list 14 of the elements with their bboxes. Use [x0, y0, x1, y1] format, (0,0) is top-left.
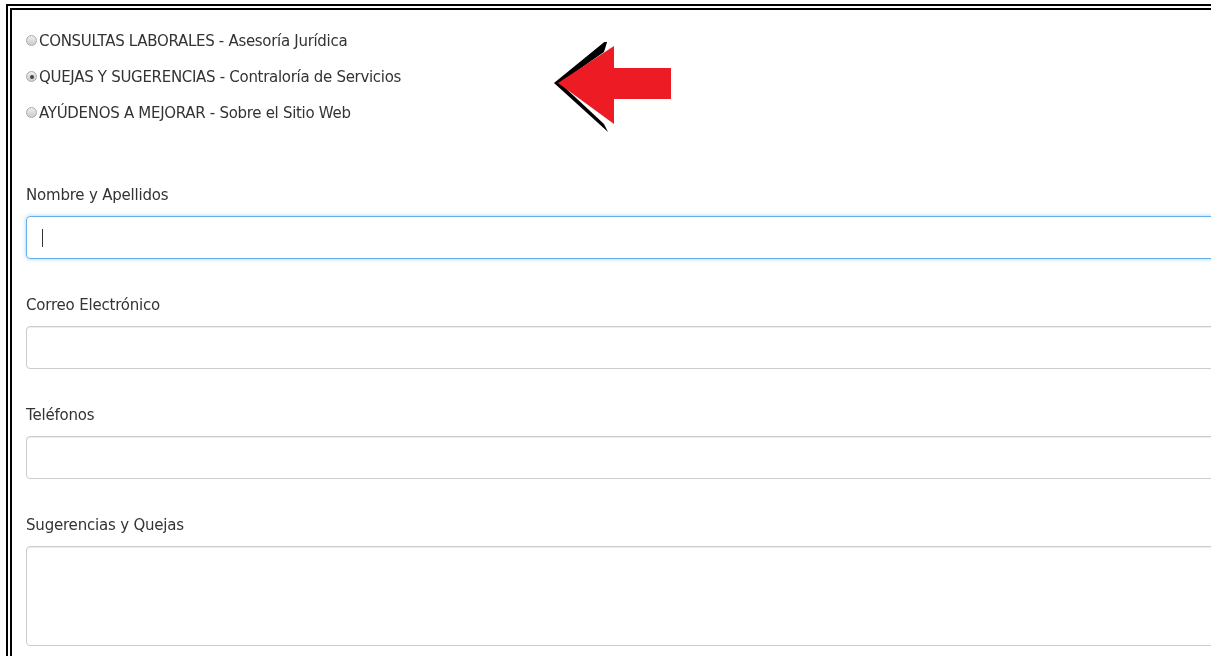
- radio-label[interactable]: QUEJAS Y SUGERENCIAS - Contraloría de Servicios: [39, 67, 402, 86]
- radio-button[interactable]: [26, 35, 37, 46]
- input-field[interactable]: [26, 326, 1211, 369]
- field-label: Correo Electrónico: [26, 296, 162, 316]
- field-label: Sugerencias y Quejas: [26, 516, 185, 536]
- field-label: Teléfonos: [26, 406, 96, 426]
- radio-label[interactable]: CONSULTAS LABORALES - Asesoría Jurídica: [39, 31, 348, 50]
- field-label: Nombre y Apellidos: [26, 186, 170, 206]
- text-area[interactable]: [26, 546, 1211, 646]
- radio-label[interactable]: AYÚDENOS A MEJORAR - Sobre el Sitio Web: [39, 103, 351, 122]
- input-field[interactable]: [26, 436, 1211, 479]
- radio-button[interactable]: [26, 107, 37, 118]
- radio-button[interactable]: [26, 71, 37, 82]
- input-field[interactable]: [26, 216, 1211, 259]
